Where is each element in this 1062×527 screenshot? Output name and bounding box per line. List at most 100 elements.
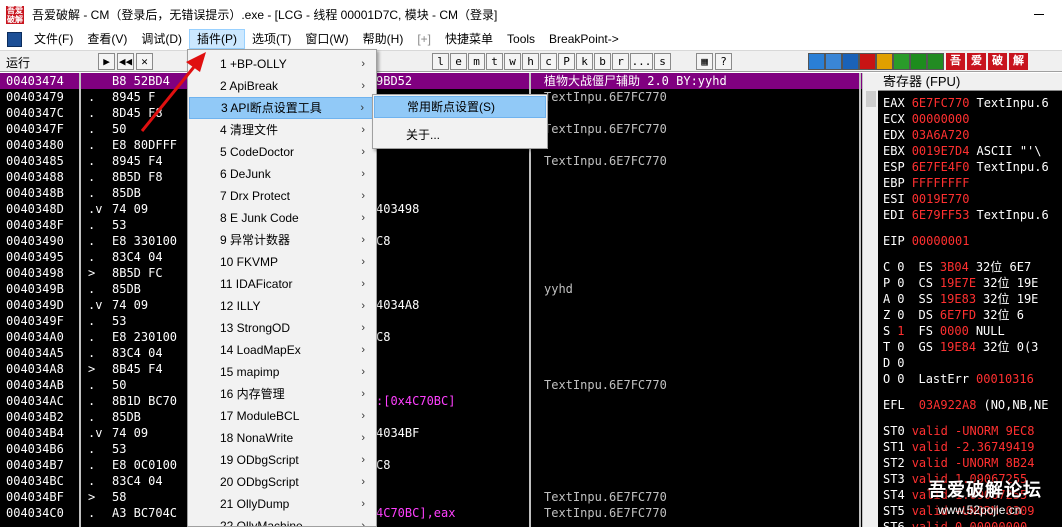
disassembly-row[interactable]: 004034A8 >8B45 F4	[0, 361, 862, 377]
segment-desc: 32位 0(3	[983, 340, 1039, 354]
toolbar-tool-button[interactable]: ?	[715, 53, 732, 70]
plugin-menu-item[interactable]: 2 ApiBreak ›	[189, 75, 375, 97]
segment-name: SS	[918, 292, 933, 306]
toolbar-letter-button[interactable]: ...	[630, 53, 653, 70]
toolbar-color-button[interactable]	[808, 53, 825, 70]
menu-item[interactable]: 选项(T)	[245, 29, 298, 49]
menu-item[interactable]: [+]	[410, 29, 438, 49]
toolbar-letter-button[interactable]: s	[654, 53, 671, 70]
plugin-menu-item[interactable]: 9 异常计数器 ›	[189, 229, 375, 251]
plugin-menu-item[interactable]: 15 mapimp ›	[189, 361, 375, 383]
toolbar-nav-button[interactable]: ▶	[98, 53, 115, 70]
disassembly-row[interactable]: 004034AB. 50 TextInpu.6E7FC770	[0, 377, 862, 393]
row-hex: 8D45 F8	[112, 106, 163, 120]
plugin-menu-item[interactable]: 5 CodeDoctor ›	[189, 141, 375, 163]
submenu-item[interactable]: 常用断点设置(S)	[374, 96, 546, 118]
disassembly-row[interactable]: 0040349D .v 74 09 4034A8	[0, 297, 862, 313]
menu-item[interactable]: 调试(D)	[134, 29, 189, 49]
disassembly-row[interactable]: 0040348F. 53	[0, 217, 862, 233]
toolbar-letter-button[interactable]: P	[558, 53, 575, 70]
toolbar-color-button[interactable]	[859, 53, 876, 70]
plugin-menu-item[interactable]: 18 NonaWrite ›	[189, 427, 375, 449]
disassembly-row[interactable]: 004034AC. 8B1D BC70:[0x4C70BC]	[0, 393, 862, 409]
plugin-menu-item[interactable]: 14 LoadMapEx ›	[189, 339, 375, 361]
plugin-menu-item[interactable]: 10 FKVMP ›	[189, 251, 375, 273]
toolbar-letter-button[interactable]: k	[576, 53, 593, 70]
disassembly-row[interactable]: 00403488. 8B5D F8	[0, 169, 862, 185]
disassembly-row[interactable]: 00403498 >8B5D FC	[0, 265, 862, 281]
disassembly-row[interactable]: 0040348B. 85DB	[0, 185, 862, 201]
plugin-menu-item[interactable]: 19 ODbgScript ›	[189, 449, 375, 471]
toolbar-color-button[interactable]	[893, 53, 910, 70]
toolbar-nav-button[interactable]: ✕	[136, 53, 153, 70]
disassembly-row[interactable]: 004034A0. E8 230100 C8	[0, 329, 862, 345]
plugin-menu-item[interactable]: 13 StrongOD ›	[189, 317, 375, 339]
plugin-menu-item[interactable]: 11 IDAFicator ›	[189, 273, 375, 295]
disassembly-row[interactable]: 004034BF >58 TextInpu.6E7FC770	[0, 489, 862, 505]
plugin-menu-item[interactable]: 16 内存管理 ›	[189, 383, 375, 405]
toolbar-color-button[interactable]	[910, 53, 927, 70]
disassembly-scrollbar[interactable]	[862, 73, 878, 527]
toolbar-letter-button[interactable]: r	[612, 53, 629, 70]
toolbar-letter-button[interactable]: e	[450, 53, 467, 70]
disassembly-row[interactable]: 00403474 B8 52BD4 9BD52 植物大战僵尸辅助 2.0 BY:yyh…	[0, 73, 862, 89]
plugin-menu-item[interactable]: 20 ODbgScript ›	[189, 471, 375, 493]
plugin-menu-item[interactable]: 4 清理文件 ›	[189, 119, 375, 141]
toolbar-letter-button[interactable]: c	[540, 53, 557, 70]
toolbar-color-button[interactable]	[927, 53, 944, 70]
plugin-menu-item[interactable]: 12 ILLY ›	[189, 295, 375, 317]
menu-item[interactable]: BreakPoint->	[542, 29, 626, 49]
disassembly-row[interactable]: 00403485. 8945 F4 TextInpu.6E7FC770	[0, 153, 862, 169]
plugin-menu-item[interactable]: 7 Drx Protect ›	[189, 185, 375, 207]
disassembly-row[interactable]: 004034BC. 83C4 04	[0, 473, 862, 489]
toolbar-52pojie-button[interactable]: 破	[988, 53, 1007, 70]
disassembly-row[interactable]: 0040349B. 85DB yyhd	[0, 281, 862, 297]
plugin-menu-item[interactable]: 17 ModuleBCL ›	[189, 405, 375, 427]
toolbar-letter-button[interactable]: b	[594, 53, 611, 70]
toolbar-color-button[interactable]	[825, 53, 842, 70]
disassembly-row[interactable]: 004034B7. E8 0C0100 C8	[0, 457, 862, 473]
toolbar-color-button[interactable]	[842, 53, 859, 70]
disassembly-row[interactable]: 00403490. E8 330100 C8	[0, 233, 862, 249]
disassembly-row[interactable]: 00403495. 83C4 04	[0, 249, 862, 265]
plugin-menu-item[interactable]: 6 DeJunk ›	[189, 163, 375, 185]
plugin-menu-item[interactable]: 22 OllyMachine ›	[189, 515, 375, 526]
window-title: 吾爱破解 - CM（登录后，无错误提示）.exe - [LCG - 线程 000…	[32, 8, 498, 22]
menu-item[interactable]: 窗口(W)	[298, 29, 355, 49]
plugin-menu-item[interactable]: 8 E Junk Code ›	[189, 207, 375, 229]
toolbar-letter-button[interactable]: t	[486, 53, 503, 70]
disassembly-row[interactable]: 0040348D .v 74 09 403498	[0, 201, 862, 217]
disassembly-row[interactable]: 0040349F. 53	[0, 313, 862, 329]
disassembly-row[interactable]: 004034C0. A3 BC704C 4C70BC],eax TextInpu.6E…	[0, 505, 862, 521]
toolbar-tool-button[interactable]: ▦	[696, 53, 713, 70]
toolbar-color-button[interactable]	[876, 53, 893, 70]
menu-item[interactable]: 快捷菜单	[438, 29, 500, 49]
plugin-menu-item[interactable]: 21 OllyDump ›	[189, 493, 375, 515]
menu-item[interactable]: 查看(V)	[80, 29, 134, 49]
system-menu-icon[interactable]	[7, 31, 22, 47]
minimize-button[interactable]	[1016, 0, 1062, 29]
disassembly-row[interactable]: 004034B2. 85DB	[0, 409, 862, 425]
toolbar-52pojie-button[interactable]: 爱	[967, 53, 986, 70]
scroll-thumb[interactable]	[866, 91, 876, 107]
disassembly-row[interactable]: 004034A5. 83C4 04	[0, 345, 862, 361]
plugin-menu-item[interactable]: 1 +BP-OLLY ›	[189, 53, 375, 75]
menu-item[interactable]: 帮助(H)	[356, 29, 411, 49]
toolbar-52pojie-button[interactable]: 吾	[946, 53, 965, 70]
menu-item[interactable]: 插件(P)	[189, 29, 245, 49]
registers-pane[interactable]: 寄存器 (FPU) EAX 6E7FC770 TextInpu.6 ECX 000000…	[878, 73, 1062, 527]
submenu-item[interactable]: 关于...	[374, 124, 546, 146]
toolbar-nav-button[interactable]: ◀◀	[117, 53, 134, 70]
toolbar-52pojie-button[interactable]: 解	[1009, 53, 1028, 70]
flag-value: 0	[897, 292, 905, 306]
menu-item[interactable]: Tools	[500, 29, 542, 49]
toolbar-letter-button[interactable]: w	[504, 53, 521, 70]
disassembly-row[interactable]: 004034B4 .v 74 09 4034BF	[0, 425, 862, 441]
toolbar-letter-button[interactable]: m	[468, 53, 485, 70]
chevron-right-icon: ›	[361, 80, 365, 92]
menu-item[interactable]: 文件(F)	[27, 29, 80, 49]
toolbar-letter-button[interactable]: l	[432, 53, 449, 70]
plugin-menu-item[interactable]: 3 API断点设置工具 ›	[189, 97, 375, 119]
toolbar-letter-button[interactable]: h	[522, 53, 539, 70]
disassembly-row[interactable]: 004034B6. 53	[0, 441, 862, 457]
